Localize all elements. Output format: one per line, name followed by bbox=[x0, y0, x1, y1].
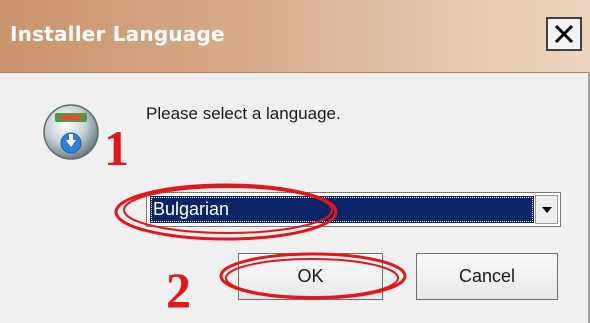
ok-button[interactable]: OK bbox=[238, 253, 383, 300]
close-button[interactable] bbox=[546, 17, 582, 51]
language-select-value: Bulgarian bbox=[150, 196, 534, 223]
annotation-marker-2: 2 bbox=[166, 262, 191, 318]
title-bar[interactable]: Installer Language bbox=[0, 0, 590, 73]
prompt-text: Please select a language. bbox=[146, 104, 341, 123]
language-select[interactable]: Bulgarian bbox=[146, 192, 561, 227]
installer-disk-icon bbox=[42, 103, 100, 166]
dropdown-button[interactable] bbox=[535, 195, 558, 224]
chevron-down-icon bbox=[542, 207, 552, 213]
annotation-marker-1: 1 bbox=[104, 120, 129, 176]
window-title: Installer Language bbox=[10, 22, 225, 46]
cancel-button[interactable]: Cancel bbox=[416, 253, 558, 300]
close-icon bbox=[554, 24, 574, 44]
installer-language-dialog: Installer Language Please select a langu… bbox=[0, 0, 590, 323]
